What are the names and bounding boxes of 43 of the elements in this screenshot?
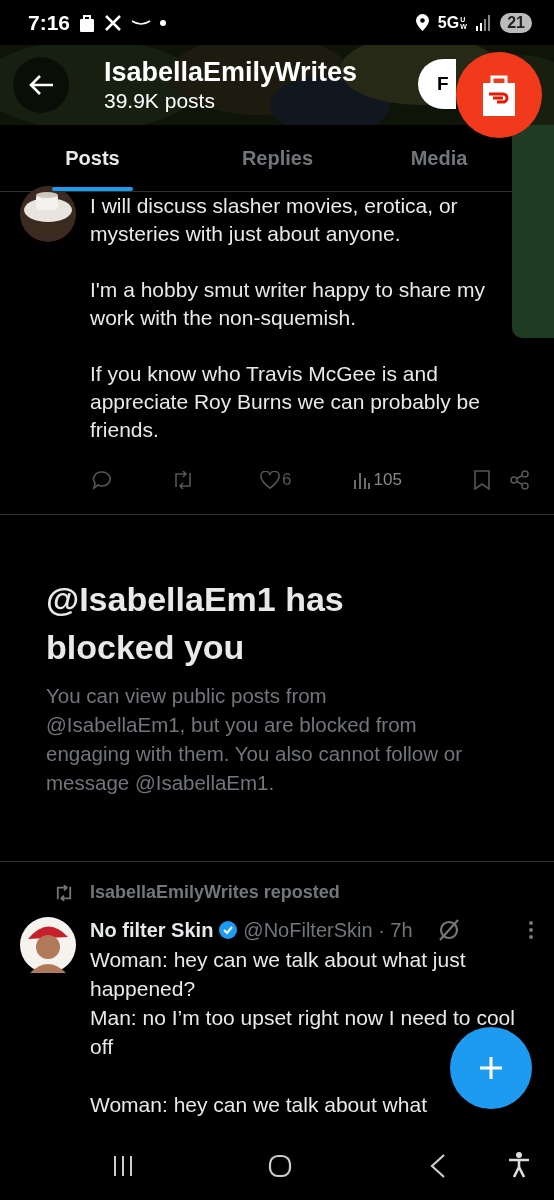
plus-icon <box>478 1055 504 1081</box>
back-button[interactable] <box>13 57 69 113</box>
shopping-bag-icon <box>481 74 517 116</box>
reply-icon[interactable] <box>92 470 112 490</box>
home-icon[interactable] <box>268 1154 292 1178</box>
dot-icon <box>160 19 167 26</box>
avatar <box>20 186 76 242</box>
bookmark-icon[interactable] <box>474 470 490 490</box>
repost-icon[interactable] <box>172 471 194 489</box>
clock: 7:16 <box>28 10 71 35</box>
repost-label: IsabellaEmilyWrites reposted <box>90 882 340 903</box>
profile-name: IsabellaEmilyWrites <box>104 56 358 88</box>
tab[interactable]: Replies <box>185 125 370 191</box>
x-logo-icon <box>104 13 123 32</box>
blocked-message: You can view public posts from @IsabellaEm1, but you are blocked from engaging with them. You also cannot follow or message @IsabellaEm1. <box>46 683 463 796</box>
signal-icon <box>475 14 492 31</box>
avatar <box>20 917 76 973</box>
arrow-icon <box>28 74 54 96</box>
verified-icon <box>219 921 238 939</box>
post-text: Woman: hey can we talk about what <box>90 1092 428 1118</box>
author-handle: @NoFilterSkin · 7h <box>243 918 413 942</box>
share-icon[interactable] <box>510 470 530 490</box>
author-name: No filter Skin <box>90 918 214 942</box>
post-text: Woman: hey can we talk about what just happened? Man: no I’m too upset right now I need to cool off <box>90 947 516 1060</box>
more-icon[interactable] <box>528 920 534 940</box>
bar-chart-icon <box>353 471 372 489</box>
slashed-circle-icon[interactable] <box>436 918 461 942</box>
post-text: I will discuss slasher movies, erotica, or mysteries with just about anyone. <box>90 193 459 247</box>
bag-icon <box>79 13 96 32</box>
tab[interactable]: Media <box>370 125 508 191</box>
accessibility-icon[interactable] <box>508 1152 530 1178</box>
post-count: 39.9K posts <box>104 88 216 114</box>
views-button[interactable]: 105 <box>353 470 402 490</box>
recent-apps-icon[interactable] <box>112 1155 134 1177</box>
blocked-title: @IsabellaEm1 has blocked you <box>46 579 345 668</box>
post-text: If you know who Travis McGee is and appreciate Roy Burns we can probably be friends. <box>90 361 481 443</box>
post-text: I'm a hobby smut writer happy to share my work with the non-squemish. <box>90 277 486 331</box>
tab[interactable]: Posts <box>0 125 185 191</box>
battery-indicator: 21 <box>500 12 532 33</box>
location-icon <box>415 14 429 31</box>
back-icon[interactable] <box>430 1154 446 1178</box>
heart-icon <box>260 471 280 489</box>
repost-icon <box>54 884 74 901</box>
